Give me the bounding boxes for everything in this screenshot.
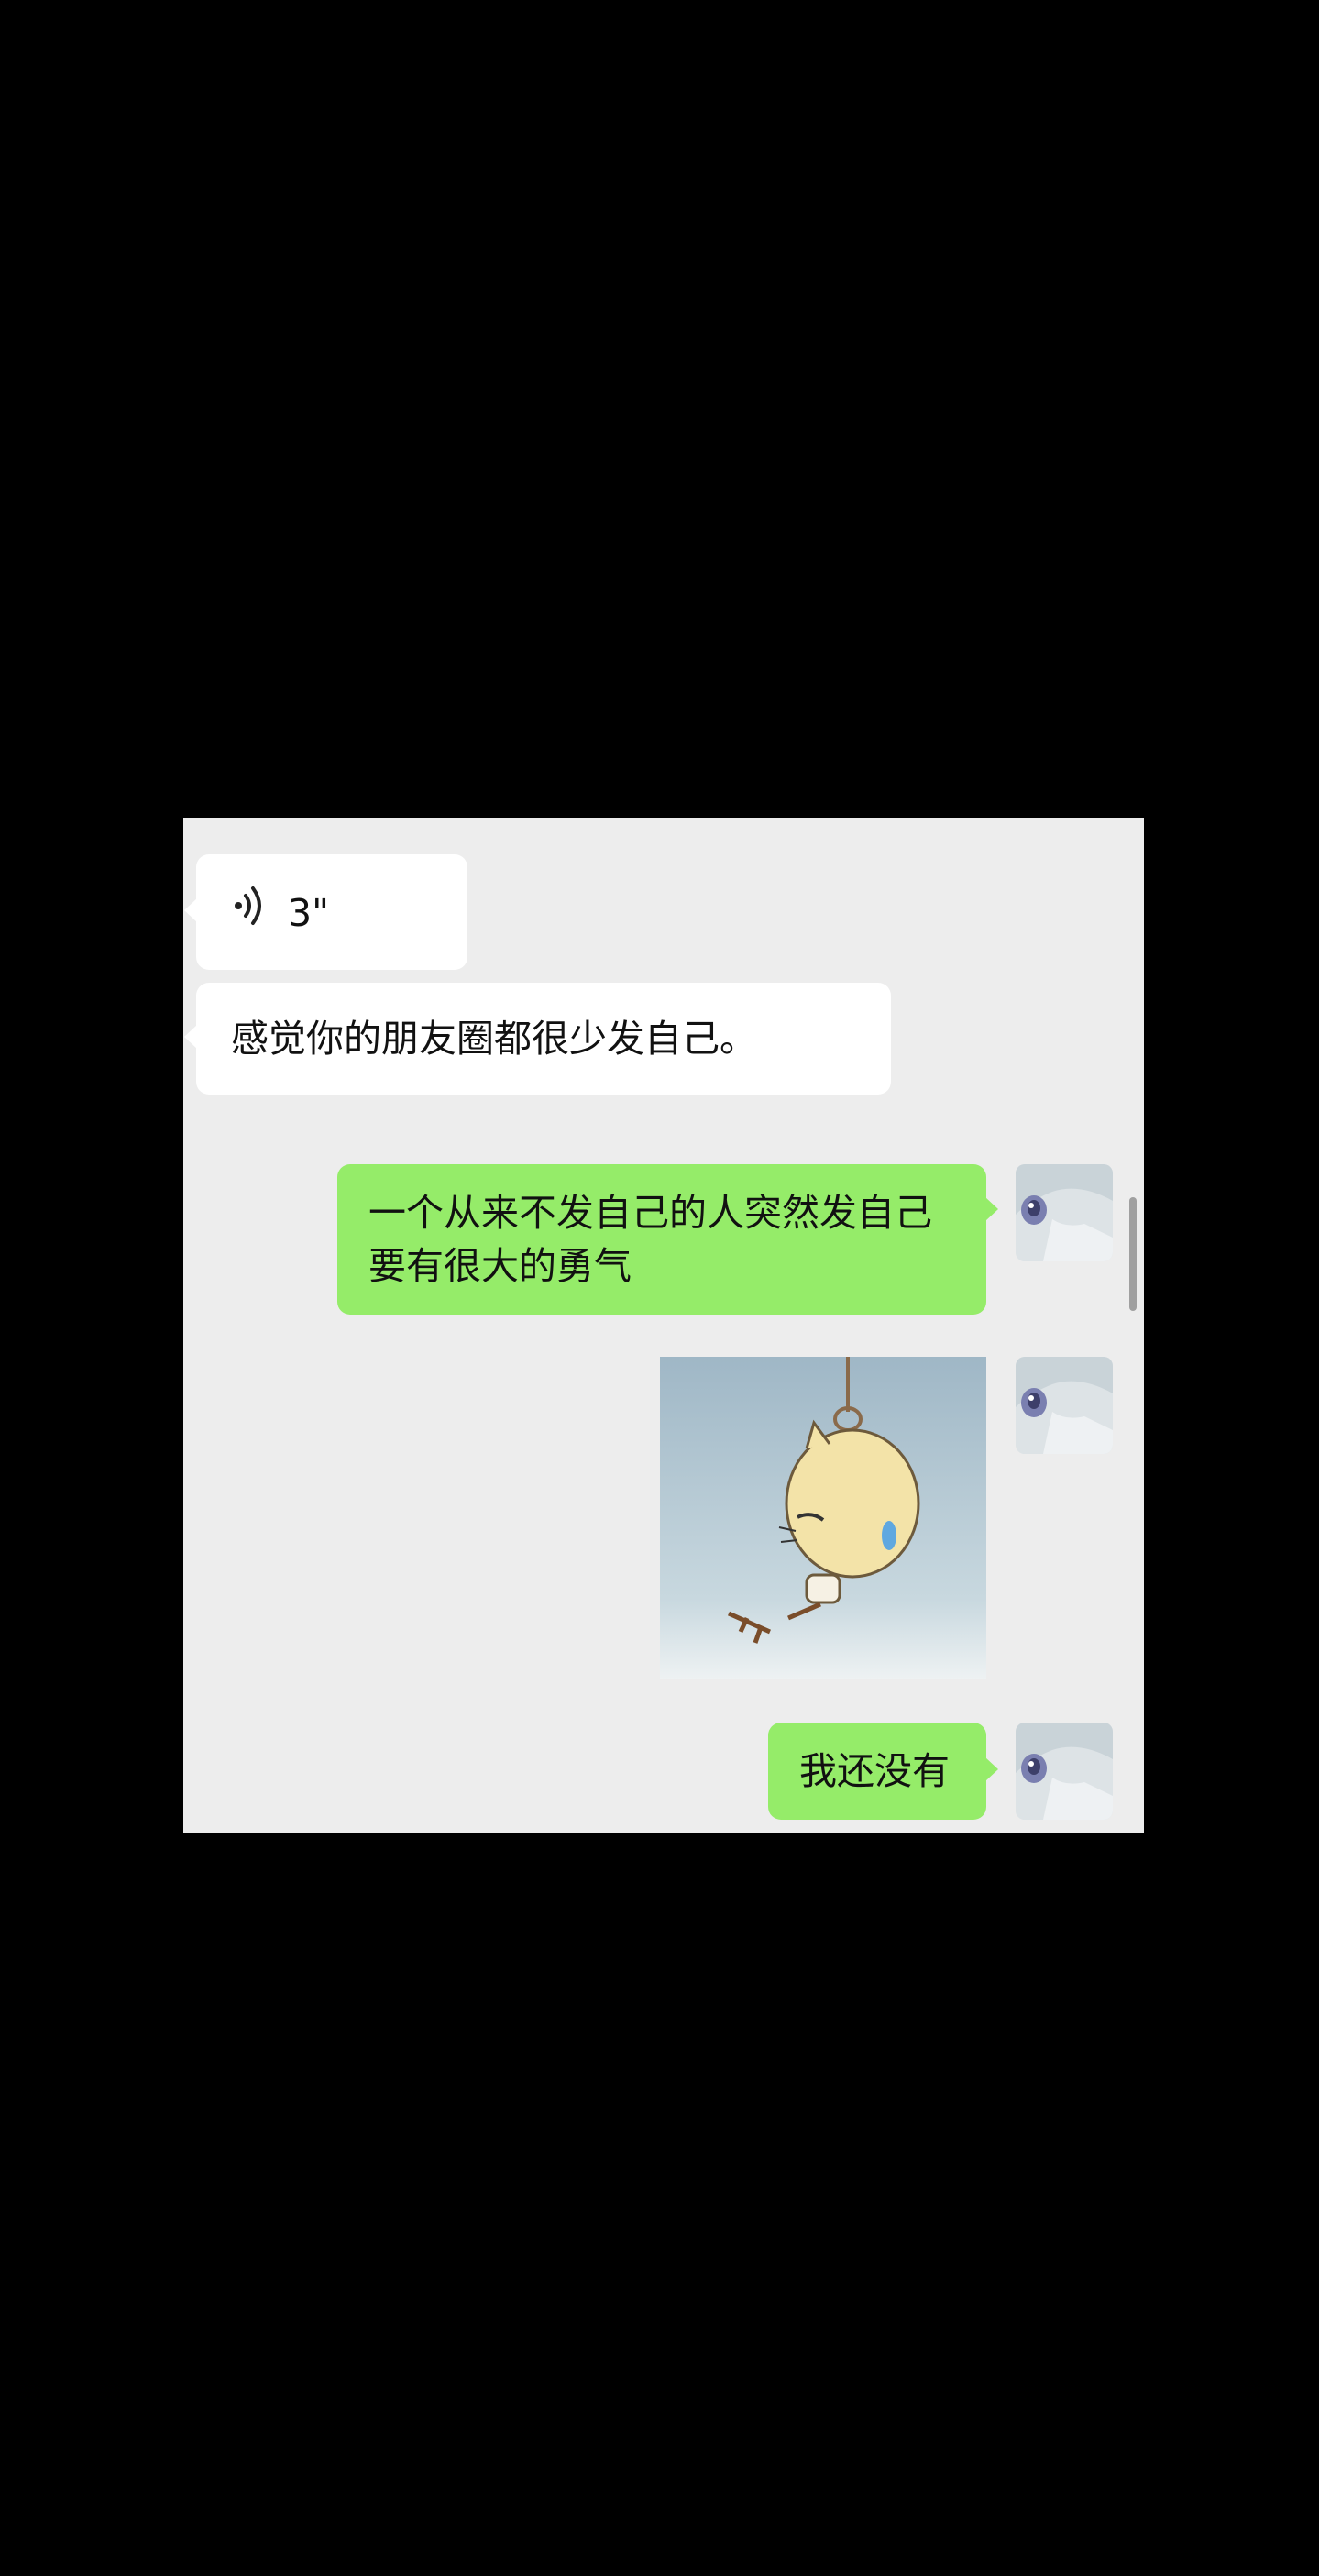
outgoing-text-bubble[interactable]: 我还没有 — [768, 1723, 998, 1820]
voice-duration: 3" — [288, 890, 329, 935]
incoming-text-bubble[interactable]: 感觉你的朋友圈都很少发自己。 — [184, 983, 891, 1095]
chat-panel: 3" 感觉你的朋友圈都很少发自己。 一个从来不发自己的人突然发自己 要有很大的勇… — [183, 818, 1144, 1833]
scrollbar[interactable] — [1129, 1197, 1137, 1311]
avatar[interactable] — [1016, 1164, 1113, 1261]
outgoing-text-bubble[interactable]: 一个从来不发自己的人突然发自己 要有很大的勇气 — [337, 1164, 998, 1315]
message-text-line: 要有很大的勇气 — [368, 1244, 632, 1288]
message-text-line: 一个从来不发自己的人突然发自己 — [368, 1191, 932, 1235]
sticker-image[interactable] — [660, 1357, 986, 1679]
avatar[interactable] — [1016, 1723, 1113, 1820]
message-text: 感觉你的朋友圈都很少发自己。 — [231, 1017, 757, 1061]
message-text: 我还没有 — [799, 1749, 950, 1793]
voice-wave-icon — [233, 886, 266, 940]
avatar[interactable] — [1016, 1357, 1113, 1454]
voice-message-bubble[interactable]: 3" — [184, 854, 467, 970]
